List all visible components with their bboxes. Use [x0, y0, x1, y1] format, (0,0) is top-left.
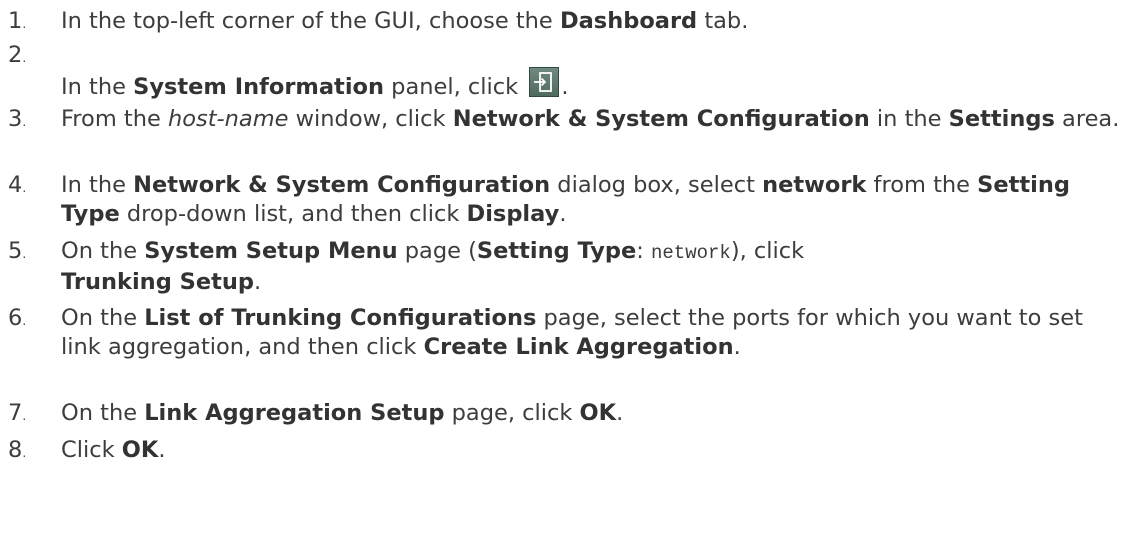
procedure-steps: 1 In the top-left corner of the GUI, cho…	[0, 0, 1126, 466]
dashboard-tab-term: Dashboard	[559, 8, 698, 34]
trunking-setup-term: Trunking Setup	[61, 269, 254, 295]
ok-term: OK	[579, 400, 617, 426]
step-text: On the Link Aggregation Setup page, clic…	[61, 400, 624, 426]
step-7: 7 On the Link Aggregation Setup page, cl…	[0, 399, 1126, 436]
display-term: Display	[466, 201, 560, 227]
step-number: 6	[8, 304, 26, 336]
create-link-aggregation-term: Create Link Aggregation	[423, 334, 734, 360]
step-text: On the List of Trunking Configurations p…	[61, 305, 1083, 360]
system-setup-menu-term: System Setup Menu	[144, 238, 398, 264]
step-text: Click OK.	[61, 437, 166, 463]
step-8: 8 Click OK.	[0, 436, 1126, 466]
system-information-term: System Information	[133, 74, 385, 100]
step-number: 3	[8, 105, 26, 137]
settings-term: Settings	[948, 106, 1055, 132]
step-6: 6 On the List of Trunking Configurations…	[0, 304, 1126, 399]
step-3: 3 From the host-name window, click Netwo…	[0, 105, 1126, 171]
step-text: On the System Setup Menu page (Setting T…	[61, 238, 805, 295]
step-number: 5	[8, 237, 26, 269]
list-of-trunking-configurations-term: List of Trunking Configurations	[144, 305, 537, 331]
step-number: 8	[8, 436, 26, 468]
step-number: 4	[8, 171, 26, 203]
step-text: In the top-left corner of the GUI, choos…	[61, 8, 749, 34]
host-name-term: host-name	[167, 106, 289, 132]
step-text: In the Network & System Configuration di…	[61, 172, 1070, 227]
network-system-configuration-term: Network & System Configuration	[452, 106, 870, 132]
step-text: From the host-name window, click Network…	[61, 106, 1120, 132]
step-2: 2 In the System Information panel, click…	[0, 41, 1126, 105]
link-aggregation-setup-term: Link Aggregation Setup	[144, 400, 445, 426]
step-1: 1 In the top-left corner of the GUI, cho…	[0, 7, 1126, 41]
ok-term: OK	[121, 437, 159, 463]
step-text: In the System Information panel, click .	[61, 67, 568, 102]
step-number: 1	[8, 7, 26, 39]
network-code: network	[651, 242, 731, 264]
enter-icon	[529, 67, 560, 97]
step-4: 4 In the Network & System Configuration …	[0, 171, 1126, 237]
network-term: network	[762, 172, 867, 198]
step-number: 2	[8, 41, 26, 73]
step-5: 5 On the System Setup Menu page (Setting…	[0, 237, 1126, 304]
network-system-configuration-term: Network & System Configuration	[133, 172, 551, 198]
step-number: 7	[8, 399, 26, 431]
setting-type-term: Setting Type	[476, 238, 637, 264]
